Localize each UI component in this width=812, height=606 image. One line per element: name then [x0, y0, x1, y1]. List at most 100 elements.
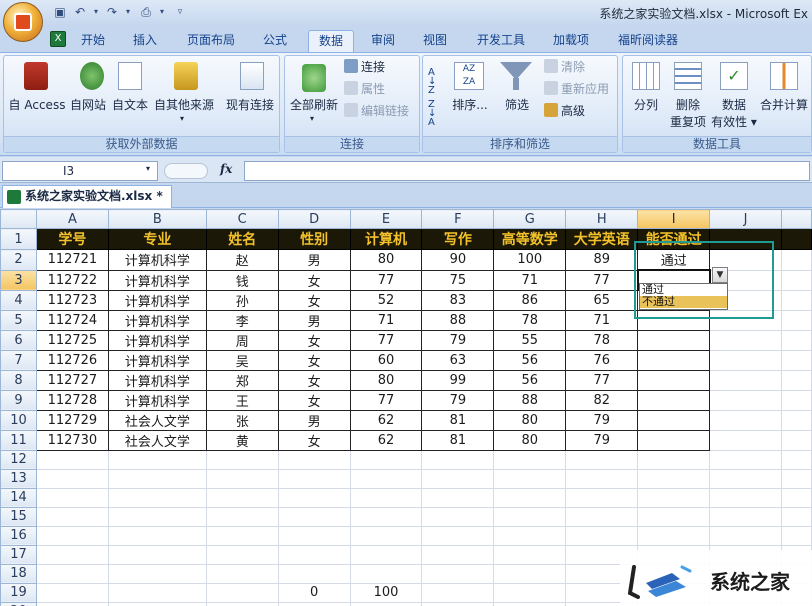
column-header-overflow[interactable] [780, 209, 812, 229]
cell-h14[interactable] [565, 487, 639, 508]
cell-b12[interactable] [107, 449, 207, 470]
cell-d13[interactable] [277, 468, 351, 489]
cell-g8[interactable]: 56 [493, 369, 567, 391]
cell-b6[interactable]: 计算机科学 [107, 329, 207, 351]
cell-e11[interactable]: 62 [349, 429, 423, 451]
cell-b20[interactable] [107, 601, 207, 606]
sort-descending-icon[interactable]: Z ↓ A [428, 100, 436, 128]
row-header[interactable]: 7 [0, 349, 37, 371]
cell-i10[interactable] [637, 409, 711, 431]
column-header-f[interactable]: F [421, 209, 495, 229]
connections-button[interactable]: 连接 [344, 58, 385, 76]
cell-e7[interactable]: 60 [349, 349, 423, 371]
cell-a9[interactable]: 112728 [35, 389, 109, 411]
cell-h6[interactable]: 78 [565, 329, 639, 351]
cell-c19[interactable] [205, 582, 279, 603]
cell-a8[interactable]: 112727 [35, 369, 109, 391]
cell-f1[interactable]: 写作 [421, 228, 495, 250]
cell-c8[interactable]: 郑 [205, 369, 279, 391]
cell-e17[interactable] [349, 544, 423, 565]
cell-c4[interactable]: 孙 [205, 289, 279, 311]
cell-d17[interactable] [277, 544, 351, 565]
row-header[interactable]: 19 [0, 582, 37, 603]
print-preview-icon[interactable]: ⎙ [138, 4, 154, 20]
cell-overflow[interactable] [780, 249, 812, 271]
cell-overflow[interactable] [780, 468, 812, 489]
column-header-b[interactable]: B [107, 209, 207, 229]
cell-e1[interactable]: 计算机 [349, 228, 423, 250]
row-header[interactable]: 9 [0, 389, 37, 411]
cell-i6[interactable] [637, 329, 711, 351]
from-other-sources-button[interactable]: 自其他来源 [152, 96, 216, 113]
cell-d11[interactable]: 女 [277, 429, 351, 451]
row-header[interactable]: 2 [0, 249, 37, 271]
cell-c11[interactable]: 黄 [205, 429, 279, 451]
cell-f7[interactable]: 63 [421, 349, 495, 371]
cell-overflow[interactable] [780, 228, 812, 250]
cell-overflow[interactable] [780, 409, 812, 431]
cell-c16[interactable] [205, 525, 279, 546]
cell-overflow[interactable] [780, 487, 812, 508]
cell-d6[interactable]: 女 [277, 329, 351, 351]
tab-foxit-reader[interactable]: 福昕阅读器 [610, 30, 686, 52]
cell-f16[interactable] [421, 525, 495, 546]
cell-c17[interactable] [205, 544, 279, 565]
cell-h7[interactable]: 76 [565, 349, 639, 371]
from-access-button[interactable]: 自 Access [8, 96, 66, 113]
cell-f5[interactable]: 88 [421, 309, 495, 331]
cell-c15[interactable] [205, 506, 279, 527]
cell-b1[interactable]: 专业 [107, 228, 207, 250]
row-header[interactable]: 8 [0, 369, 37, 391]
cell-h4[interactable]: 65 [565, 289, 639, 311]
sort-button[interactable]: 排序... [448, 96, 492, 113]
cell-i9[interactable] [637, 389, 711, 411]
data-validation-button[interactable]: 数据 有效性 ▾ [710, 96, 758, 130]
cell-d16[interactable] [277, 525, 351, 546]
cell-g13[interactable] [493, 468, 567, 489]
row-header[interactable]: 4 [0, 289, 37, 311]
cell-g18[interactable] [493, 563, 567, 584]
cell-a10[interactable]: 112729 [35, 409, 109, 431]
cell-b19[interactable] [107, 582, 207, 603]
cell-a18[interactable] [35, 563, 109, 584]
cell-g6[interactable]: 55 [493, 329, 567, 351]
cell-e4[interactable]: 52 [349, 289, 423, 311]
filter-button[interactable]: 筛选 [500, 96, 534, 113]
cell-g1[interactable]: 高等数学 [493, 228, 567, 250]
cell-b13[interactable] [107, 468, 207, 489]
cell-d18[interactable] [277, 563, 351, 584]
insert-function-icon[interactable]: fx [220, 162, 232, 176]
cell-a12[interactable] [35, 449, 109, 470]
cell-i15[interactable] [637, 506, 711, 527]
cell-j11[interactable] [709, 429, 782, 451]
cell-h8[interactable]: 77 [565, 369, 639, 391]
cell-g9[interactable]: 88 [493, 389, 567, 411]
cell-j10[interactable] [709, 409, 782, 431]
row-header[interactable]: 5 [0, 309, 37, 331]
cell-a15[interactable] [35, 506, 109, 527]
consolidate-button[interactable]: 合并计算 [760, 96, 812, 113]
cell-e8[interactable]: 80 [349, 369, 423, 391]
cell-b2[interactable]: 计算机科学 [107, 249, 207, 271]
column-header-a[interactable]: A [35, 209, 109, 229]
cell-f15[interactable] [421, 506, 495, 527]
cell-f9[interactable]: 79 [421, 389, 495, 411]
cell-i16[interactable] [637, 525, 711, 546]
cell-h12[interactable] [565, 449, 639, 470]
cell-j8[interactable] [709, 369, 782, 391]
cell-overflow[interactable] [780, 289, 812, 311]
cell-e15[interactable] [349, 506, 423, 527]
cell-overflow[interactable] [780, 309, 812, 331]
cell-g15[interactable] [493, 506, 567, 527]
properties-button[interactable]: 属性 [344, 80, 385, 98]
text-to-columns-button[interactable]: 分列 [630, 96, 662, 113]
cell-b16[interactable] [107, 525, 207, 546]
cell-e6[interactable]: 77 [349, 329, 423, 351]
cell-b4[interactable]: 计算机科学 [107, 289, 207, 311]
from-web-button[interactable]: 自网站 [68, 96, 108, 113]
cell-j16[interactable] [709, 525, 782, 546]
cell-h1[interactable]: 大学英语 [565, 228, 639, 250]
edit-links-button[interactable]: 编辑链接 [344, 102, 409, 120]
cell-g10[interactable]: 80 [493, 409, 567, 431]
cell-b11[interactable]: 社会人文学 [107, 429, 207, 451]
